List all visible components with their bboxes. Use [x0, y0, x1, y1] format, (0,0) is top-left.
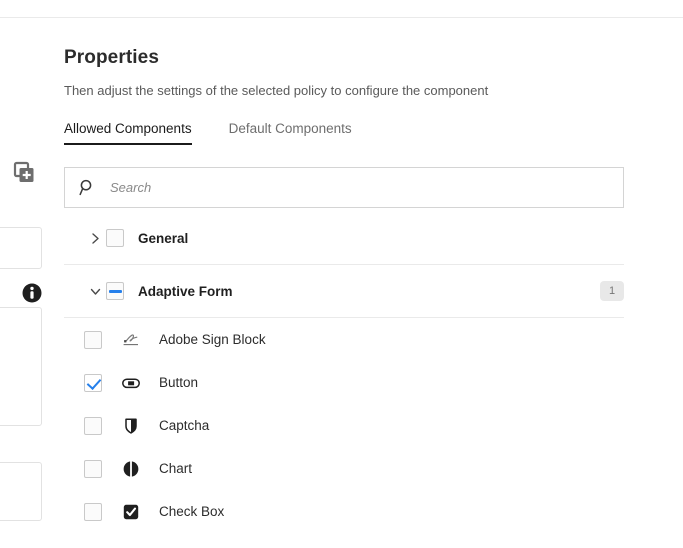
component-row-check-box[interactable]: Check Box — [64, 490, 624, 533]
chevron-right-icon[interactable] — [84, 232, 106, 245]
component-checkbox-check-box[interactable] — [84, 503, 102, 521]
main-content: Properties Then adjust the settings of t… — [64, 0, 624, 533]
search-field[interactable] — [64, 167, 624, 208]
chevron-down-icon[interactable] — [84, 286, 106, 297]
shield-icon — [121, 416, 141, 436]
component-list: Adobe Sign Block Button — [64, 318, 624, 533]
properties-panel: Properties Then adjust the settings of t… — [0, 0, 683, 548]
component-label-chart: Chart — [159, 461, 192, 476]
tree-group-adaptive-form[interactable]: Adaptive Form 1 — [64, 265, 624, 318]
component-label-adobe-sign-block: Adobe Sign Block — [159, 332, 266, 347]
tree-group-general[interactable]: General — [64, 212, 624, 265]
component-tree: General Adaptive Form 1 — [64, 212, 624, 533]
page-title: Properties — [64, 0, 624, 69]
group-checkbox-adaptive-form[interactable] — [106, 282, 124, 300]
signature-icon — [121, 330, 141, 350]
component-row-button[interactable]: Button — [64, 361, 624, 404]
rail-card-3 — [0, 462, 42, 521]
component-row-adobe-sign-block[interactable]: Adobe Sign Block — [64, 318, 624, 361]
component-checkbox-chart[interactable] — [84, 460, 102, 478]
component-row-chart[interactable]: Chart — [64, 447, 624, 490]
tab-bar: Allowed Components Default Components — [64, 121, 624, 151]
search-icon — [79, 179, 96, 196]
group-label-general: General — [138, 231, 188, 246]
component-row-captcha[interactable]: Captcha — [64, 404, 624, 447]
rail-card-2 — [0, 307, 42, 426]
tab-default-components[interactable]: Default Components — [229, 121, 352, 145]
copy-add-icon[interactable] — [11, 160, 37, 186]
checkbox-filled-icon — [121, 502, 141, 522]
pie-chart-icon — [121, 459, 141, 479]
component-checkbox-adobe-sign-block[interactable] — [84, 331, 102, 349]
component-checkbox-button[interactable] — [84, 374, 102, 392]
tab-allowed-components[interactable]: Allowed Components — [64, 121, 192, 145]
component-label-button: Button — [159, 375, 198, 390]
button-icon — [121, 373, 141, 393]
component-checkbox-captcha[interactable] — [84, 417, 102, 435]
page-subtitle: Then adjust the settings of the selected… — [64, 69, 624, 98]
info-icon[interactable] — [21, 282, 43, 304]
component-label-captcha: Captcha — [159, 418, 209, 433]
selected-count-badge: 1 — [600, 281, 624, 301]
rail-card-1 — [0, 227, 42, 269]
component-label-check-box: Check Box — [159, 504, 224, 519]
group-checkbox-general[interactable] — [106, 229, 124, 247]
search-input[interactable] — [108, 168, 609, 207]
group-label-adaptive-form: Adaptive Form — [138, 284, 233, 299]
